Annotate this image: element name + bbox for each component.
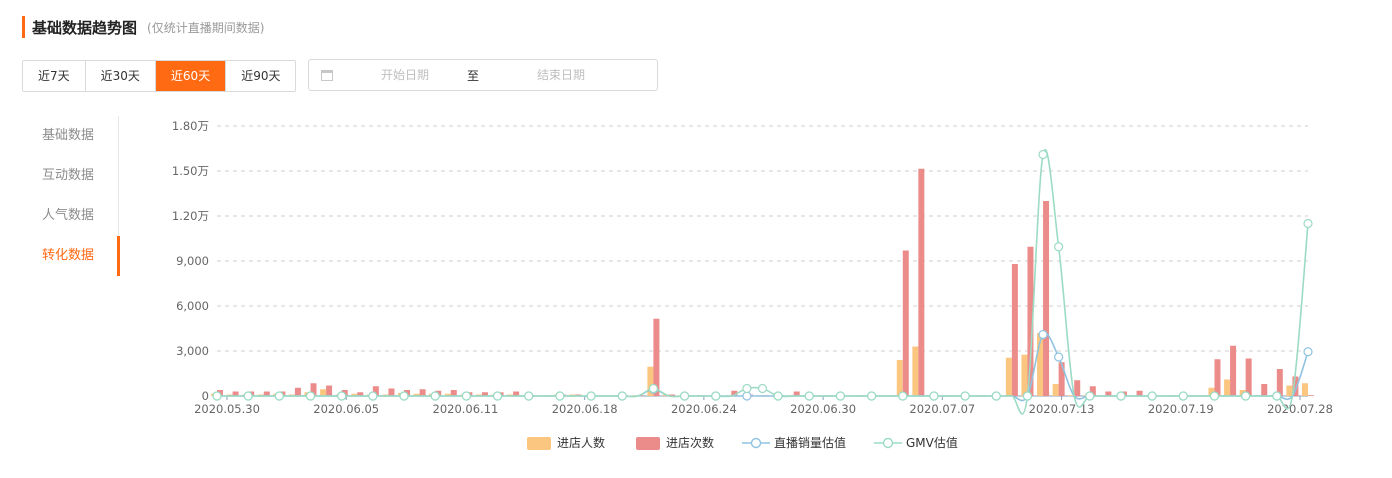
point-gmv-estimate <box>1038 149 1048 160</box>
point-sales-estimate <box>1303 347 1313 357</box>
trend-chart: 0 3,000 6,000 9,000 1.20万 1.50万 1.80万 2020.05.3… <box>172 119 1333 450</box>
point-gmv-estimate <box>991 391 1001 401</box>
bar-visitors <box>912 346 919 396</box>
bar-visits <box>902 250 909 396</box>
line-gmv-estimate <box>216 149 1309 415</box>
point-gmv-estimate <box>1022 391 1033 401</box>
bar-visitors <box>1224 379 1231 396</box>
bar-visits <box>1261 384 1268 396</box>
bar-visits <box>326 385 333 396</box>
x-tick-label: 2020.07.07 <box>909 402 975 416</box>
point-gmv-estimate <box>1178 391 1188 401</box>
point-gmv-estimate <box>648 383 659 394</box>
x-tick-label: 2020.06.30 <box>790 402 856 416</box>
point-gmv-estimate <box>524 391 534 401</box>
bar-visits <box>388 388 395 396</box>
legend-marker <box>882 437 894 449</box>
x-tick-label: 2020.07.19 <box>1148 402 1214 416</box>
point-gmv-estimate <box>368 391 378 401</box>
point-gmv-estimate <box>399 391 409 401</box>
x-tick-label: 2020.06.05 <box>313 402 379 416</box>
point-gmv-estimate <box>492 391 503 401</box>
legend-label: 进店次数 <box>666 435 714 450</box>
y-tick-label: 6,000 <box>176 299 209 313</box>
bar-visits <box>1043 201 1050 396</box>
point-gmv-estimate <box>1241 391 1251 401</box>
bar-visitors <box>1052 384 1059 396</box>
x-tick-label: 2020.05.30 <box>194 402 260 416</box>
bar-visits <box>1214 359 1221 396</box>
point-sales-estimate <box>1054 352 1064 362</box>
point-gmv-estimate <box>1303 218 1313 229</box>
bar-visits <box>1011 264 1018 396</box>
x-tick-label: 2020.07.13 <box>1029 402 1095 416</box>
point-gmv-estimate <box>960 391 970 401</box>
legend-swatch <box>636 437 660 450</box>
point-gmv-estimate <box>898 391 908 401</box>
point-gmv-estimate <box>1054 242 1064 252</box>
point-gmv-estimate <box>835 391 846 401</box>
point-gmv-estimate <box>337 391 347 401</box>
bar-visitors <box>1005 357 1012 396</box>
x-tick-label: 2020.07.28 <box>1267 402 1333 416</box>
point-gmv-estimate <box>461 391 471 401</box>
point-gmv-estimate <box>1085 391 1095 401</box>
point-gmv-estimate <box>773 391 783 401</box>
legend-marker <box>750 437 762 449</box>
legend-label: 进店人数 <box>557 435 605 450</box>
point-gmv-estimate <box>866 391 877 401</box>
point-gmv-estimate <box>679 391 690 401</box>
y-tick-label: 1.50万 <box>172 164 209 178</box>
point-gmv-estimate <box>742 383 752 394</box>
x-tick-label: 2020.06.11 <box>433 402 499 416</box>
x-tick-label: 2020.06.24 <box>671 402 737 416</box>
bar-visits <box>450 390 457 396</box>
bar-visitors <box>896 360 903 396</box>
bar-visits <box>1245 358 1252 396</box>
bar-visits <box>918 168 925 396</box>
point-gmv-estimate <box>617 391 627 401</box>
point-gmv-estimate <box>555 391 565 401</box>
point-gmv-estimate <box>711 391 721 401</box>
legend-label: 直播销量估值 <box>774 435 846 450</box>
point-gmv-estimate <box>1147 391 1157 401</box>
bar-visits <box>1308 395 1314 396</box>
y-tick-label: 0 <box>202 389 209 403</box>
bar-visits <box>1058 362 1065 396</box>
y-tick-label: 1.80万 <box>172 119 209 133</box>
point-gmv-estimate <box>274 391 284 401</box>
point-gmv-estimate <box>586 391 596 401</box>
point-gmv-estimate <box>305 391 316 401</box>
point-gmv-estimate <box>212 391 222 401</box>
legend-swatch <box>527 437 551 450</box>
point-gmv-estimate <box>804 391 814 401</box>
y-tick-label: 3,000 <box>176 344 209 358</box>
x-tick-label: 2020.06.18 <box>552 402 618 416</box>
point-gmv-estimate <box>430 391 440 401</box>
y-tick-label: 9,000 <box>176 254 209 268</box>
y-tick-label: 1.20万 <box>172 209 209 223</box>
bar-visitors <box>320 389 327 396</box>
bar-visits <box>419 389 426 396</box>
bar-visitors <box>1021 354 1028 396</box>
point-sales-estimate <box>1038 329 1048 340</box>
bar-visits <box>1074 380 1081 396</box>
point-sales-estimate <box>742 391 752 401</box>
point-gmv-estimate <box>243 391 253 401</box>
point-gmv-estimate <box>1272 391 1282 401</box>
point-gmv-estimate <box>1209 391 1220 401</box>
bar-visits <box>294 387 301 396</box>
bar-visitors <box>1286 385 1293 396</box>
point-gmv-estimate <box>757 383 768 394</box>
point-gmv-estimate <box>929 391 939 401</box>
point-gmv-estimate <box>1116 391 1126 401</box>
legend-label: GMV估值 <box>906 435 958 450</box>
bar-visitors <box>1302 383 1308 396</box>
bar-visits <box>1230 345 1237 396</box>
